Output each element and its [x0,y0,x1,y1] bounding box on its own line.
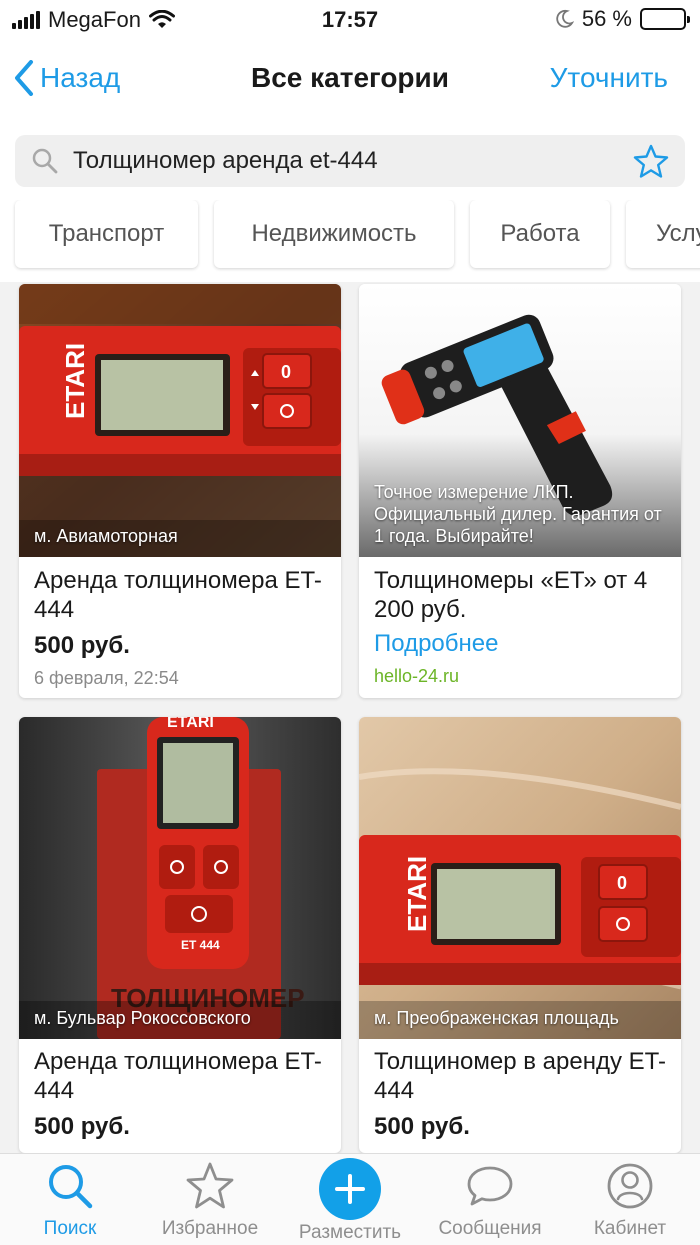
tab-label: Сообщения [438,1218,542,1239]
tab-post[interactable]: Разместить [280,1158,420,1244]
search-icon [32,148,58,174]
status-right: 56 % [554,6,690,32]
listing-info: Толщиномер в аренду ET-444 500 руб. [374,1047,669,1141]
svg-text:ETARI: ETARI [167,717,214,731]
star-icon [186,1162,234,1209]
category-chip-services[interactable]: Услуги [626,200,700,268]
listing-title: Толщиномер в аренду ET-444 [374,1048,666,1104]
listing-card[interactable]: ETARI 0 м. Преображенская площадь Толщин… [359,717,681,1153]
profile-icon [607,1163,653,1209]
tab-profile[interactable]: Кабинет [560,1160,700,1240]
listing-photo: ETARI 0 м. Преображенская площадь [359,717,681,1039]
ad-info: Толщиномеры «ЕТ» от 4 200 руб. Подробнее… [374,566,669,687]
search-icon [49,1165,93,1209]
refine-button[interactable]: Уточнить [550,62,668,94]
screen: MegaFon 17:57 56 % Назад Все категории У… [0,0,700,1245]
chat-bubble-icon [467,1166,513,1206]
status-bar: MegaFon 17:57 56 % [0,0,700,40]
svg-text:ETARI: ETARI [402,856,432,932]
navigation-bar: Назад Все категории Уточнить [0,40,700,122]
battery-percent: 56 % [581,6,632,31]
search-field[interactable]: Толщиномер аренда et-444 [15,135,685,187]
category-chip-transport[interactable]: Транспорт [15,200,198,268]
tab-messages[interactable]: Сообщения [420,1160,560,1240]
category-chips: Транспорт Недвижимость Работа Услуги [0,200,700,282]
tab-favorites[interactable]: Избранное [140,1160,280,1240]
favorite-search-star-icon[interactable] [633,144,669,178]
tab-label: Избранное [161,1218,259,1239]
svg-text:ETARI: ETARI [60,343,90,419]
tab-search[interactable]: Поиск [0,1160,140,1240]
listing-title: Аренда толщиномера ET-444 [34,1048,322,1104]
listing-date: 6 февраля, 22:54 [34,668,179,688]
listing-photo: ТОЛЩИНОМЕР ETARI ET 444 м. Бульвар Рокос… [19,717,341,1039]
svg-text:0: 0 [617,873,627,893]
listing-info: Аренда толщиномера ET-444 500 руб. 6 фев… [34,566,329,689]
listing-photo: ETARI 0 м. Авиамоторная [19,284,341,557]
tab-label: Поиск [43,1218,97,1239]
tab-label: Разместить [298,1222,402,1243]
ad-caption: Точное измерение ЛКП. Официальный дилер.… [374,482,662,546]
search-bar: Толщиномер аренда et-444 [0,122,700,200]
search-input[interactable]: Толщиномер аренда et-444 [73,147,378,175]
ad-site: hello-24.ru [374,666,460,686]
category-chip-realty[interactable]: Недвижимость [214,200,454,268]
svg-text:0: 0 [281,362,291,382]
listing-price: 500 руб. [34,632,130,659]
listing-location: м. Авиамоторная [34,526,178,546]
ad-title: Толщиномеры «ЕТ» от 4 200 руб. [374,567,648,623]
category-chip-jobs[interactable]: Работа [470,200,610,268]
ad-more-link[interactable]: Подробнее [374,630,669,658]
tab-bar: Поиск Избранное Разместить Сообщения Каб… [0,1153,700,1245]
listing-price: 500 руб. [374,1113,470,1140]
plus-icon [319,1158,381,1220]
ad-card[interactable]: Точное измерение ЛКП. Официальный дилер.… [359,284,681,698]
tab-label: Кабинет [593,1218,667,1239]
listing-info: Аренда толщиномера ET-444 500 руб. [34,1047,329,1141]
listing-price: 500 руб. [34,1113,130,1140]
battery-icon [640,8,690,30]
ad-photo: Точное измерение ЛКП. Официальный дилер.… [359,284,681,557]
moon-icon [556,9,574,28]
listing-title: Аренда толщиномера ET-444 [34,567,322,623]
svg-text:ET 444: ET 444 [181,938,220,952]
listing-location: м. Бульвар Рокоссовского [34,1008,251,1028]
listing-location: м. Преображенская площадь [374,1008,619,1028]
listing-card[interactable]: ТОЛЩИНОМЕР ETARI ET 444 м. Бульвар Рокос… [19,717,341,1153]
listing-card[interactable]: ETARI 0 м. Авиамоторная Аренда толщиноме… [19,284,341,698]
